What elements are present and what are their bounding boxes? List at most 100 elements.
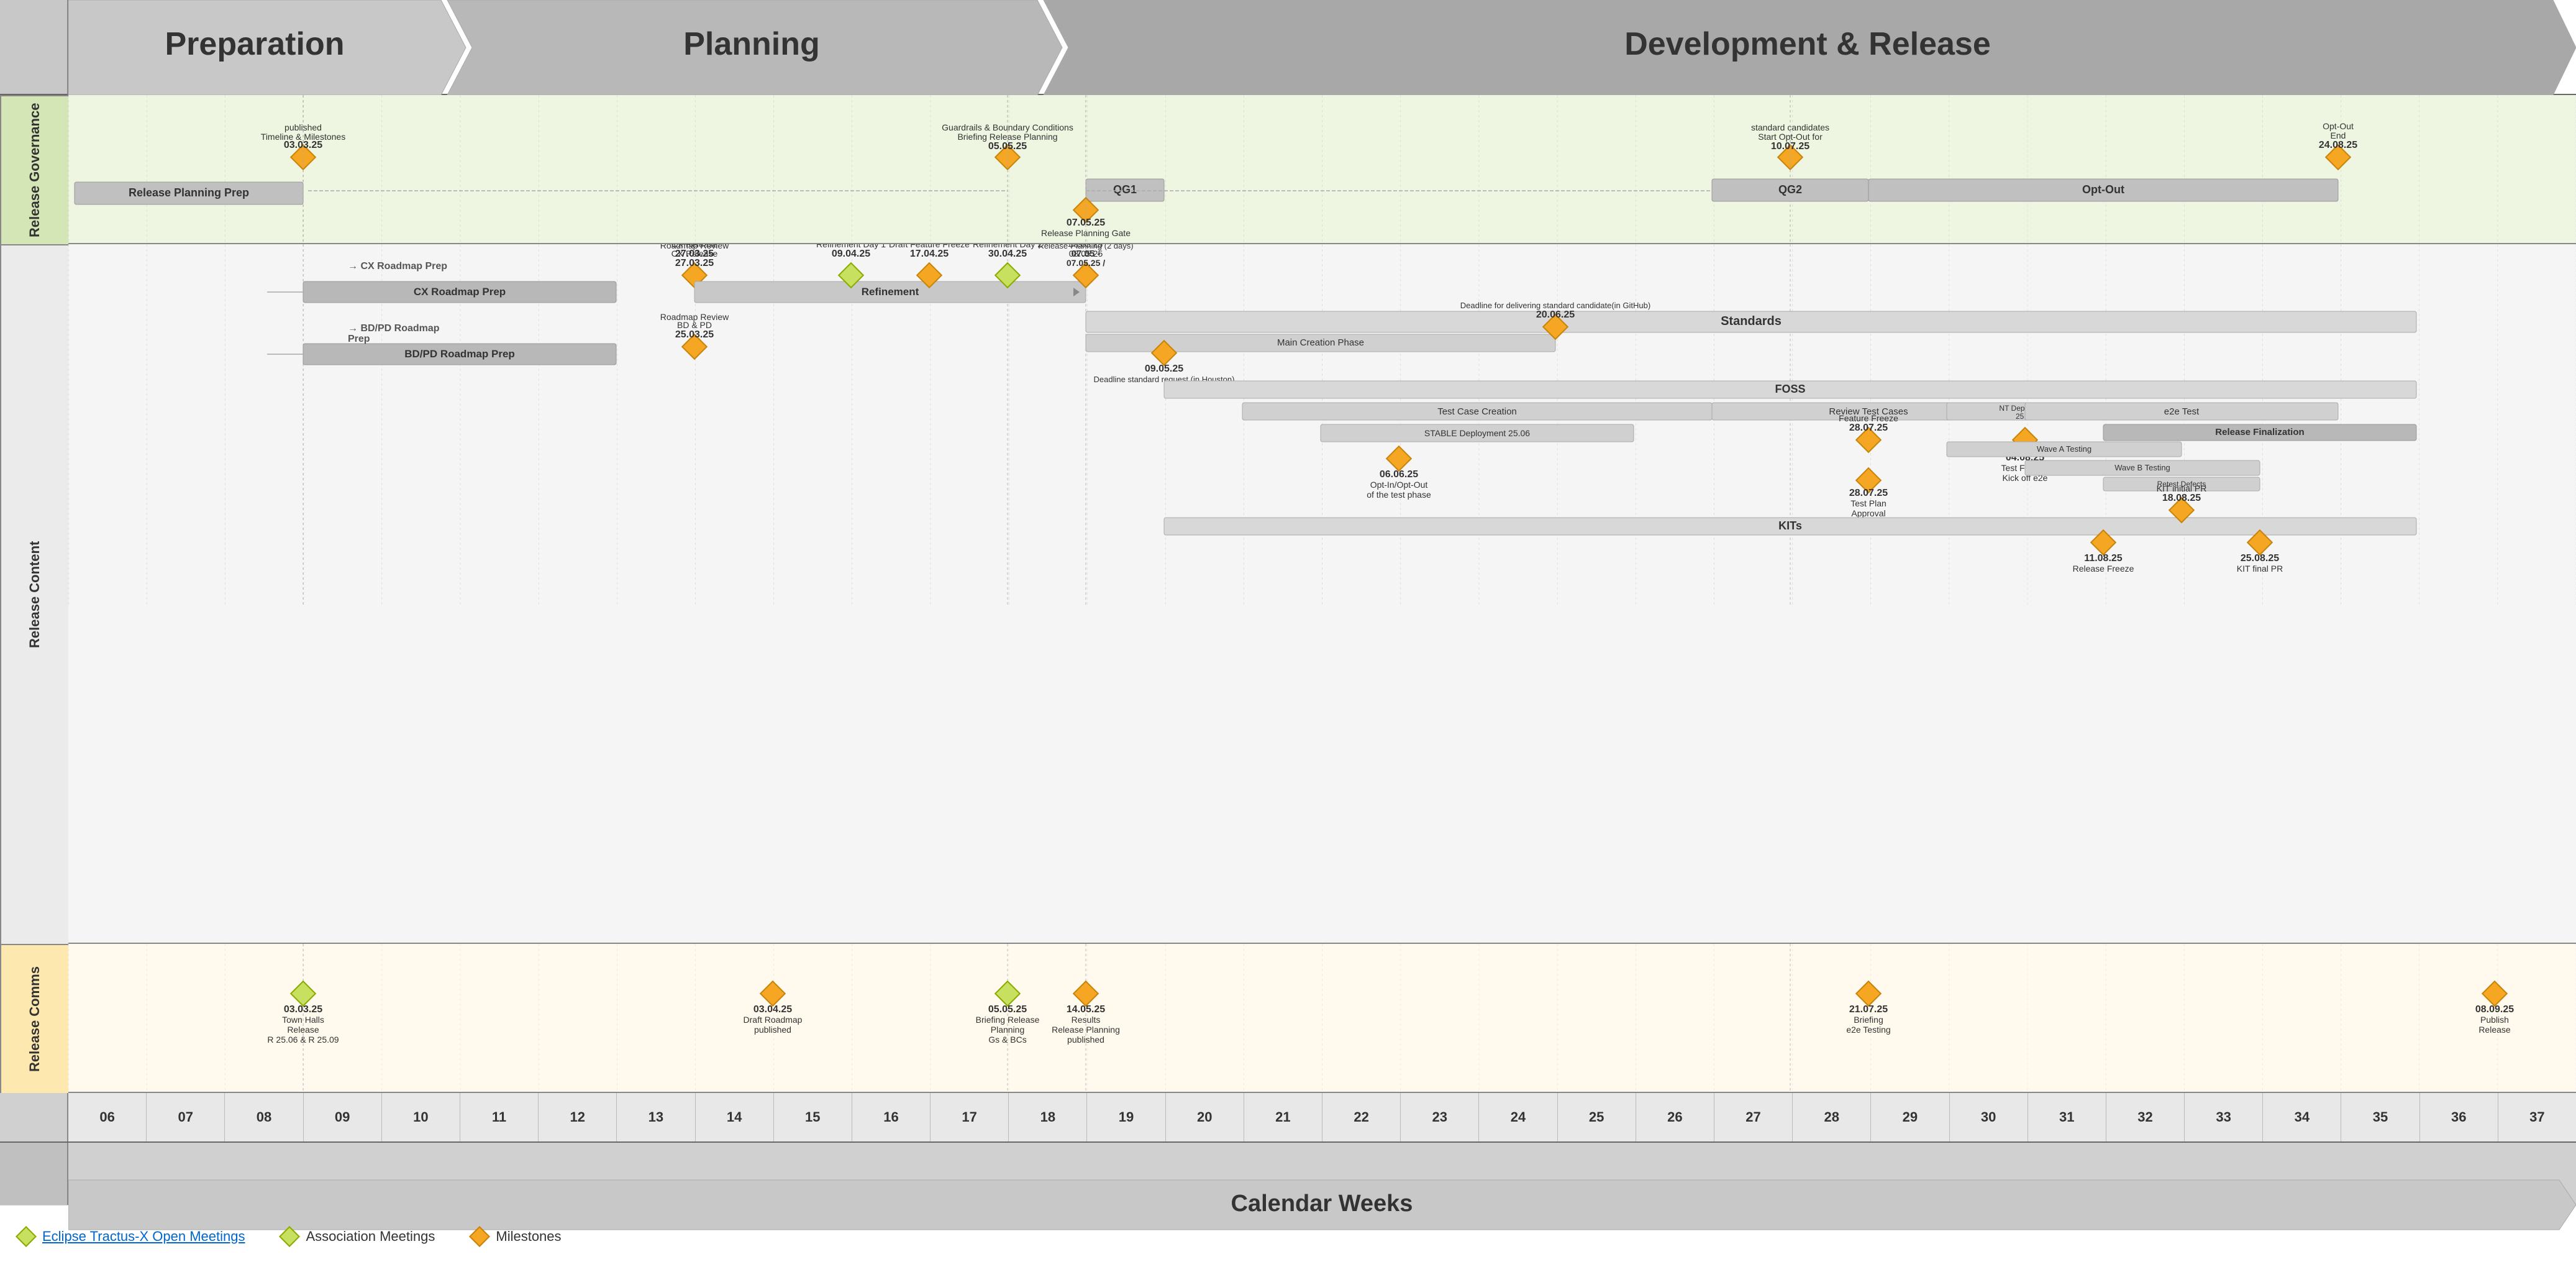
svg-text:09.04.25: 09.04.25	[832, 249, 870, 259]
svg-text:Release: Release	[2478, 1025, 2511, 1035]
week-17: 17	[931, 1093, 1009, 1141]
week-31: 31	[2028, 1093, 2106, 1141]
week-label-spacer	[0, 1093, 68, 1141]
svg-text:Release: Release	[287, 1025, 319, 1035]
gantt-container: Preparation Planning Development & Relea…	[0, 0, 2576, 1267]
svg-text:Opt-Out: Opt-Out	[2323, 121, 2354, 131]
governance-content: Release Planning Prep 03.03.25 Timeline …	[68, 95, 2576, 244]
svg-text:published: published	[1067, 1035, 1104, 1045]
week-26: 26	[1636, 1093, 1714, 1141]
week-34: 34	[2263, 1093, 2341, 1141]
governance-row-wrapper: Release Governance Release Planning Prep	[0, 95, 2576, 244]
phase-header: Preparation Planning Development & Relea…	[0, 0, 2576, 95]
content-svg: CX Roadmap Prep BD/PD Roadmap Prep 27.03…	[68, 244, 2576, 605]
svg-text:Draft Roadmap: Draft Roadmap	[744, 1015, 803, 1025]
week-27: 27	[1714, 1093, 1793, 1141]
svg-text:e2e Testing: e2e Testing	[1846, 1025, 1890, 1035]
week-21: 21	[1244, 1093, 1322, 1141]
week-07: 07	[147, 1093, 225, 1141]
svg-text:STABLE Deployment 25.06: STABLE Deployment 25.06	[1424, 428, 1530, 438]
svg-text:Refinement Day 1: Refinement Day 1	[816, 244, 886, 249]
svg-text:→ BD/PD Roadmap: → BD/PD Roadmap	[348, 323, 440, 334]
svg-text:Planning: Planning	[991, 1025, 1025, 1035]
week-30: 30	[1950, 1093, 2028, 1141]
content-label: Release Content	[0, 244, 68, 944]
svg-text:17.04.25: 17.04.25	[910, 249, 949, 259]
svg-text:11.08.25: 11.08.25	[2084, 553, 2123, 564]
svg-text:30.04.25: 30.04.25	[988, 249, 1027, 259]
svg-text:FOSS: FOSS	[1775, 383, 1805, 395]
svg-text:03.04.25: 03.04.25	[753, 1004, 792, 1015]
week-35: 35	[2341, 1093, 2419, 1141]
content-content: CX Roadmap Prep BD/PD Roadmap Prep 27.03…	[68, 244, 2576, 944]
svg-text:08.09.25: 08.09.25	[2475, 1004, 2514, 1015]
svg-text:07.05.25 /: 07.05.25 /	[1067, 258, 1105, 268]
week-20: 20	[1166, 1093, 1244, 1141]
svg-text:QG1: QG1	[1113, 183, 1137, 196]
week-22: 22	[1322, 1093, 1401, 1141]
svg-text:21.07.25: 21.07.25	[1849, 1004, 1888, 1015]
week-11: 11	[460, 1093, 539, 1141]
svg-text:Draft Feature Freeze: Draft Feature Freeze	[889, 244, 970, 249]
svg-text:25.08.25: 25.08.25	[2241, 553, 2279, 564]
svg-text:Release Planning Prep: Release Planning Prep	[129, 186, 249, 199]
week-18: 18	[1009, 1093, 1087, 1141]
svg-text:Briefing Release: Briefing Release	[976, 1015, 1040, 1025]
svg-text:Development & Release: Development & Release	[1624, 26, 1991, 62]
svg-text:Roadmap Review: Roadmap Review	[660, 312, 729, 322]
week-37: 37	[2498, 1093, 2576, 1141]
comms-content: 03.03.25 Town Halls Release R 25.06 & R …	[68, 944, 2576, 1093]
svg-text:CX Roadmap Prep: CX Roadmap Prep	[414, 286, 506, 298]
gantt-rows: Release Governance Release Planning Prep	[0, 95, 2576, 1267]
svg-text:09.05.25: 09.05.25	[1145, 364, 1183, 374]
governance-label: Release Governance	[0, 95, 68, 244]
svg-text:Refinement: Refinement	[862, 286, 919, 298]
svg-text:Release-Planning (2 days): Release-Planning (2 days)	[1038, 244, 1133, 250]
calendar-label-row: Calendar Weeks	[0, 1143, 2576, 1205]
week-19: 19	[1087, 1093, 1165, 1141]
svg-text:03.03.25: 03.03.25	[284, 1004, 322, 1015]
svg-text:Test Plan: Test Plan	[1850, 498, 1886, 508]
svg-text:BD/PD Roadmap Prep: BD/PD Roadmap Prep	[404, 348, 515, 360]
svg-text:Prep: Prep	[348, 334, 370, 344]
svg-text:Calendar Weeks: Calendar Weeks	[1231, 1191, 1413, 1217]
svg-text:KIT final PR: KIT final PR	[2237, 564, 2283, 574]
svg-text:R 25.06 & R 25.09: R 25.06 & R 25.09	[267, 1035, 339, 1045]
comms-row-wrapper: Release Comms	[0, 944, 2576, 1093]
svg-text:Feature Freeze: Feature Freeze	[1839, 413, 1898, 423]
calendar-arrow-svg: Calendar Weeks	[68, 1174, 2576, 1236]
week-36: 36	[2420, 1093, 2498, 1141]
svg-text:Opt-Out: Opt-Out	[2082, 183, 2124, 196]
svg-text:20.06.25: 20.06.25	[1536, 309, 1575, 320]
svg-text:05.05.25: 05.05.25	[988, 1004, 1027, 1015]
week-15: 15	[774, 1093, 852, 1141]
week-29: 29	[1871, 1093, 1949, 1141]
week-08: 08	[225, 1093, 303, 1141]
week-10: 10	[382, 1093, 460, 1141]
week-24: 24	[1479, 1093, 1557, 1141]
svg-text:published: published	[754, 1025, 791, 1035]
svg-text:→ CX Roadmap Prep: → CX Roadmap Prep	[348, 261, 447, 272]
svg-text:Opt-In/Opt-Out: Opt-In/Opt-Out	[1370, 480, 1428, 490]
svg-text:06.06.25: 06.06.25	[1380, 469, 1418, 480]
svg-text:Release Planning: Release Planning	[1052, 1025, 1120, 1035]
week-14: 14	[696, 1093, 774, 1141]
svg-text:Briefing: Briefing	[1854, 1015, 1883, 1025]
svg-text:18.08.25: 18.08.25	[2162, 493, 2201, 503]
svg-text:of the test phase: of the test phase	[1367, 490, 1431, 500]
governance-svg: Release Planning Prep 03.03.25 Timeline …	[68, 95, 2576, 244]
week-28: 28	[1793, 1093, 1871, 1141]
svg-text:End: End	[2331, 130, 2346, 140]
week-row: 06 07 08 09 10 11 12 13 14 15 16 17 18 1…	[0, 1093, 2576, 1143]
svg-text:Wave B Testing: Wave B Testing	[2114, 463, 2170, 472]
svg-text:28.07.25: 28.07.25	[1849, 488, 1888, 498]
svg-text:14.05.25: 14.05.25	[1067, 1004, 1105, 1015]
svg-text:Main Creation Phase: Main Creation Phase	[1277, 337, 1364, 348]
svg-text:Deadline for delivering standa: Deadline for delivering standard candida…	[1460, 301, 1650, 310]
svg-text:Roadmap Review: Roadmap Review	[660, 244, 729, 250]
week-16: 16	[852, 1093, 931, 1141]
comms-svg: 03.03.25 Town Halls Release R 25.06 & R …	[68, 944, 2576, 1093]
svg-text:Wave A Testing: Wave A Testing	[2037, 444, 2091, 454]
week-25: 25	[1558, 1093, 1636, 1141]
week-06: 06	[68, 1093, 147, 1141]
